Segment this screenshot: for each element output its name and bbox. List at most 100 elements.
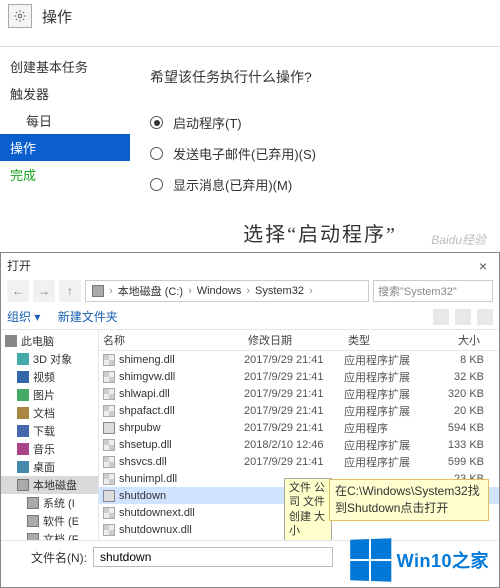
radio-label: 显示消息(已弃用)(M) — [173, 175, 292, 194]
close-icon[interactable]: × — [473, 258, 493, 274]
file-name: shsetup.dll — [119, 439, 172, 451]
crumb[interactable]: 本地磁盘 (C:) — [118, 283, 183, 299]
file-name: shrpubw — [119, 422, 161, 434]
tree-item[interactable]: 软件 (E — [1, 512, 98, 530]
file-row[interactable]: shrpubw2017/9/29 21:41应用程序594 KB — [99, 419, 499, 436]
radio-display-message[interactable]: 显示消息(已弃用)(M) — [150, 175, 490, 194]
annotation-callout: 在C:\Windows\System32找到Shutdown点击打开 — [329, 479, 489, 521]
organize-button[interactable]: 组织 ▾ — [7, 310, 40, 324]
column-headers: 名称 修改日期 类型 大小 — [99, 330, 499, 351]
col-date[interactable]: 修改日期 — [244, 330, 344, 350]
tree-item[interactable]: 本地磁盘 — [1, 476, 98, 494]
windows-icon — [350, 538, 391, 582]
gear-icon — [8, 4, 32, 28]
watermark: Baidu经验 — [431, 231, 486, 248]
radio-icon — [150, 116, 163, 129]
step-trigger[interactable]: 触发器 — [0, 80, 130, 107]
search-placeholder: 搜索"System32" — [378, 283, 457, 299]
tree-item[interactable]: 此电脑 — [1, 332, 98, 350]
file-date: 2017/9/29 21:41 — [244, 422, 344, 434]
tree-item-label: 图片 — [33, 387, 55, 403]
disk-icon — [92, 285, 104, 297]
new-folder-button[interactable]: 新建文件夹 — [58, 310, 118, 324]
col-name[interactable]: 名称 — [99, 330, 244, 350]
view-icon[interactable] — [433, 309, 449, 325]
file-row[interactable]: shimgvw.dll2017/9/29 21:41应用程序扩展32 KB — [99, 368, 499, 385]
radio-label: 启动程序(T) — [173, 113, 242, 132]
radio-icon — [150, 178, 163, 191]
tree-item[interactable]: 下载 — [1, 422, 98, 440]
search-input[interactable]: 搜索"System32" — [373, 280, 493, 302]
dialog-toolbar: 组织 ▾ 新建文件夹 — [1, 304, 499, 330]
file-row[interactable]: shsvcs.dll2017/9/29 21:41应用程序扩展599 KB — [99, 453, 499, 470]
filename-label: 文件名(N): — [31, 549, 87, 566]
address-bar: ← → ↑ › 本地磁盘 (C:) › Windows › System32 ›… — [1, 278, 499, 304]
tree-item-label: 桌面 — [33, 459, 55, 475]
file-row[interactable]: shsetup.dll2018/2/10 12:46应用程序扩展133 KB — [99, 436, 499, 453]
dialog-titlebar: 打开 × — [1, 253, 499, 278]
file-name: shimeng.dll — [119, 354, 175, 366]
task-scheduler-action-panel: 操作 创建基本任务 触发器 每日 操作 完成 希望该任务执行什么操作? 启动程序… — [0, 0, 500, 252]
tree-item-label: 文档 — [33, 405, 55, 421]
file-date: 2017/9/29 21:41 — [244, 405, 344, 417]
file-icon — [103, 354, 115, 366]
file-icon — [103, 473, 115, 485]
dialog-title: 打开 — [7, 257, 31, 274]
file-size: 20 KB — [424, 405, 484, 417]
file-name: shunimpl.dll — [119, 473, 177, 485]
tree-item[interactable]: 桌面 — [1, 458, 98, 476]
step-daily[interactable]: 每日 — [0, 107, 130, 134]
back-button[interactable]: ← — [7, 280, 29, 302]
crumb[interactable]: System32 — [255, 285, 304, 297]
file-icon — [103, 507, 115, 519]
radio-start-program[interactable]: 启动程序(T) — [150, 113, 490, 132]
file-row[interactable]: shlwapi.dll2017/9/29 21:41应用程序扩展320 KB — [99, 385, 499, 402]
tree-item-label: 3D 对象 — [33, 351, 72, 367]
file-name: shutdownext.dll — [119, 507, 195, 519]
tooltip-file-props: 文件 公司 文件 创建 大小 — [284, 478, 332, 540]
file-icon — [103, 388, 115, 400]
tree-item-label: 此电脑 — [21, 333, 54, 349]
step-create-task[interactable]: 创建基本任务 — [0, 53, 130, 80]
folder-icon — [17, 479, 29, 491]
forward-button[interactable]: → — [33, 280, 55, 302]
file-icon — [103, 524, 115, 536]
tree-item[interactable]: 视频 — [1, 368, 98, 386]
tree-item[interactable]: 图片 — [1, 386, 98, 404]
tree-item-label: 下载 — [33, 423, 55, 439]
col-size[interactable]: 大小 — [424, 330, 484, 350]
file-icon — [103, 422, 115, 434]
radio-send-email[interactable]: 发送电子邮件(已弃用)(S) — [150, 144, 490, 163]
view-icon[interactable] — [455, 309, 471, 325]
help-icon[interactable] — [477, 309, 493, 325]
file-date: 2017/9/29 21:41 — [244, 371, 344, 383]
folder-icon — [17, 443, 29, 455]
tree-item[interactable]: 文档 — [1, 404, 98, 422]
breadcrumb[interactable]: › 本地磁盘 (C:) › Windows › System32 › — [85, 280, 369, 302]
tree-item[interactable]: 音乐 — [1, 440, 98, 458]
up-button[interactable]: ↑ — [59, 280, 81, 302]
file-date: 2017/9/29 21:41 — [244, 456, 344, 468]
step-action[interactable]: 操作 — [0, 134, 130, 161]
file-row[interactable]: shimeng.dll2017/9/29 21:41应用程序扩展8 KB — [99, 351, 499, 368]
tree-item[interactable]: 系统 (I — [1, 494, 98, 512]
folder-icon — [17, 371, 29, 383]
step-finish[interactable]: 完成 — [0, 161, 130, 188]
tree-item[interactable]: 文档 (F — [1, 530, 98, 540]
col-type[interactable]: 类型 — [344, 330, 424, 350]
folder-icon — [27, 497, 39, 509]
file-list: 名称 修改日期 类型 大小 shimeng.dll2017/9/29 21:41… — [99, 330, 499, 540]
file-name: shutdownux.dll — [119, 524, 192, 536]
file-name: shlwapi.dll — [119, 388, 170, 400]
file-size: 8 KB — [424, 354, 484, 366]
file-icon — [103, 439, 115, 451]
tree-item[interactable]: 3D 对象 — [1, 350, 98, 368]
wizard-steps: 创建基本任务 触发器 每日 操作 完成 — [0, 47, 130, 247]
tree-item-label: 音乐 — [33, 441, 55, 457]
filename-input[interactable] — [93, 547, 333, 567]
file-icon — [103, 371, 115, 383]
file-row[interactable]: shpafact.dll2017/9/29 21:41应用程序扩展20 KB — [99, 402, 499, 419]
crumb[interactable]: Windows — [197, 285, 242, 297]
folder-icon — [17, 353, 29, 365]
file-size: 133 KB — [424, 439, 484, 451]
